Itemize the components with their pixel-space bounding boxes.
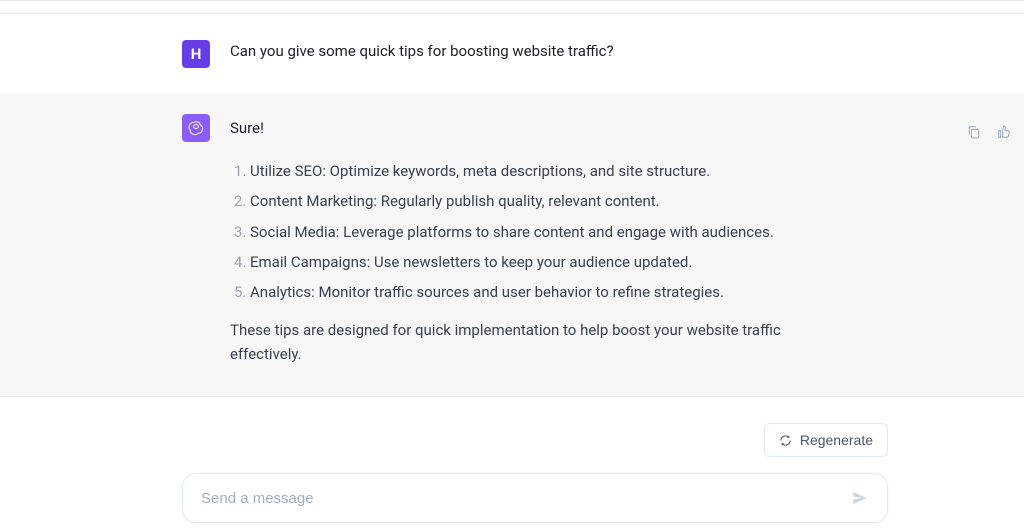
assistant-intro-text: Sure! xyxy=(230,117,264,140)
regenerate-label: Regenerate xyxy=(800,432,873,448)
user-message-text: Can you give some quick tips for boostin… xyxy=(230,40,614,63)
send-icon[interactable] xyxy=(851,489,869,507)
assistant-outro-text: These tips are designed for quick implem… xyxy=(230,318,790,366)
list-item: Content Marketing: Regularly publish qua… xyxy=(250,190,942,213)
list-item: Analytics: Monitor traffic sources and u… xyxy=(250,281,942,304)
user-avatar-letter: H xyxy=(191,45,202,63)
list-item: Email Campaigns: Use newsletters to keep… xyxy=(250,251,942,274)
tips-list: Utilize SEO: Optimize keywords, meta des… xyxy=(230,160,942,304)
assistant-message-block: Sure! Utilize SEO: Optimize keywords, me… xyxy=(0,94,1024,396)
message-composer[interactable] xyxy=(182,473,888,523)
regenerate-button[interactable]: Regenerate xyxy=(764,423,888,457)
composer-area: Regenerate xyxy=(0,396,1024,532)
assistant-avatar xyxy=(182,114,210,142)
list-item: Social Media: Leverage platforms to shar… xyxy=(250,221,942,244)
feedback-actions xyxy=(966,124,1024,140)
refresh-icon xyxy=(779,434,792,447)
openai-logo-icon xyxy=(187,119,205,137)
thumbs-up-icon[interactable] xyxy=(996,124,1012,140)
user-avatar: H xyxy=(182,40,210,68)
message-input[interactable] xyxy=(201,490,851,507)
user-message-row: H Can you give some quick tips for boost… xyxy=(0,14,1024,102)
copy-icon[interactable] xyxy=(966,124,982,140)
list-item: Utilize SEO: Optimize keywords, meta des… xyxy=(250,160,942,183)
